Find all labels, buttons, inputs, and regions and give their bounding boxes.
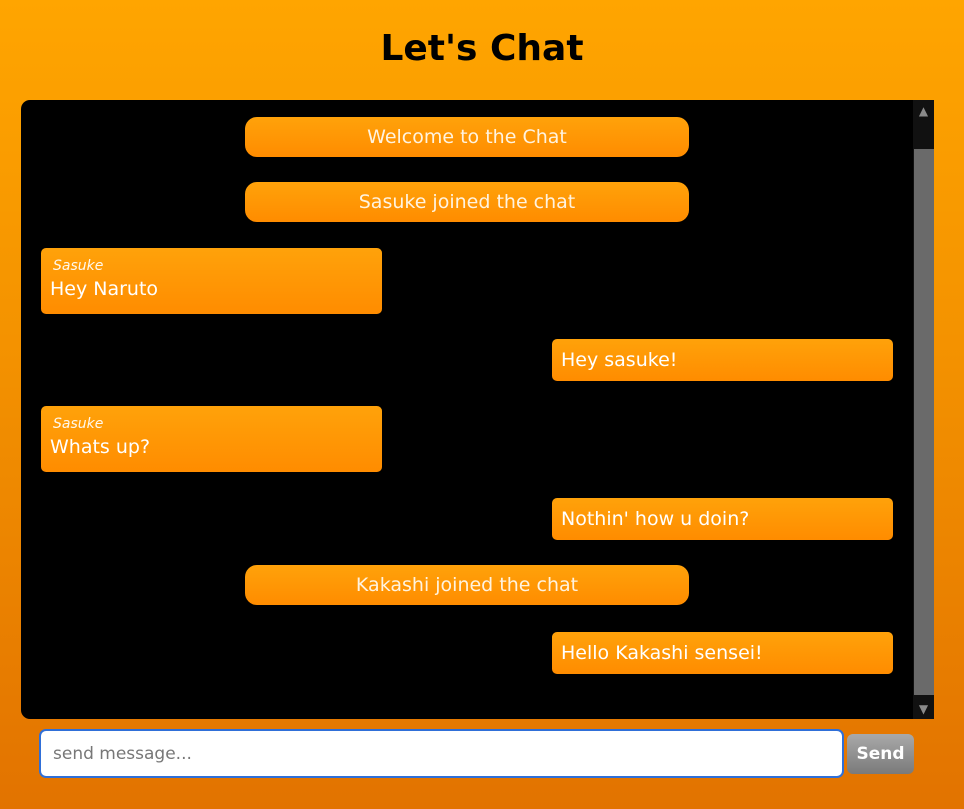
chat-window[interactable]: Welcome to the Chat Sasuke joined the ch… <box>21 100 934 719</box>
chat-scrollbar[interactable]: ▲ ▼ <box>913 100 934 719</box>
send-button[interactable]: Send <box>847 734 914 774</box>
incoming-message: Sasuke Hey Naruto <box>41 248 382 314</box>
outgoing-message: Nothin' how u doin? <box>552 498 893 540</box>
message-input[interactable] <box>39 729 844 778</box>
system-message: Welcome to the Chat <box>245 117 689 157</box>
message-text: Hey Naruto <box>50 278 159 300</box>
system-message-text: Sasuke joined the chat <box>358 191 576 213</box>
message-sender: Sasuke <box>53 416 104 432</box>
system-message-text: Welcome to the Chat <box>367 126 567 148</box>
chevron-down-icon[interactable]: ▼ <box>913 699 934 719</box>
message-text: Nothin' how u doin? <box>561 508 750 530</box>
system-message-text: Kakashi joined the chat <box>355 574 579 596</box>
chevron-up-icon[interactable]: ▲ <box>913 101 934 121</box>
message-text: Whats up? <box>50 436 151 458</box>
scrollbar-thumb[interactable] <box>914 149 934 695</box>
outgoing-message: Hey sasuke! <box>552 339 893 381</box>
incoming-message: Sasuke Whats up? <box>41 406 382 472</box>
message-text: Hello Kakashi sensei! <box>561 642 763 664</box>
message-text: Hey sasuke! <box>561 349 678 371</box>
system-message: Kakashi joined the chat <box>245 565 689 605</box>
outgoing-message: Hello Kakashi sensei! <box>552 632 893 674</box>
message-sender: Sasuke <box>53 258 104 274</box>
system-message: Sasuke joined the chat <box>245 182 689 222</box>
page-title: Let's Chat <box>380 28 584 69</box>
